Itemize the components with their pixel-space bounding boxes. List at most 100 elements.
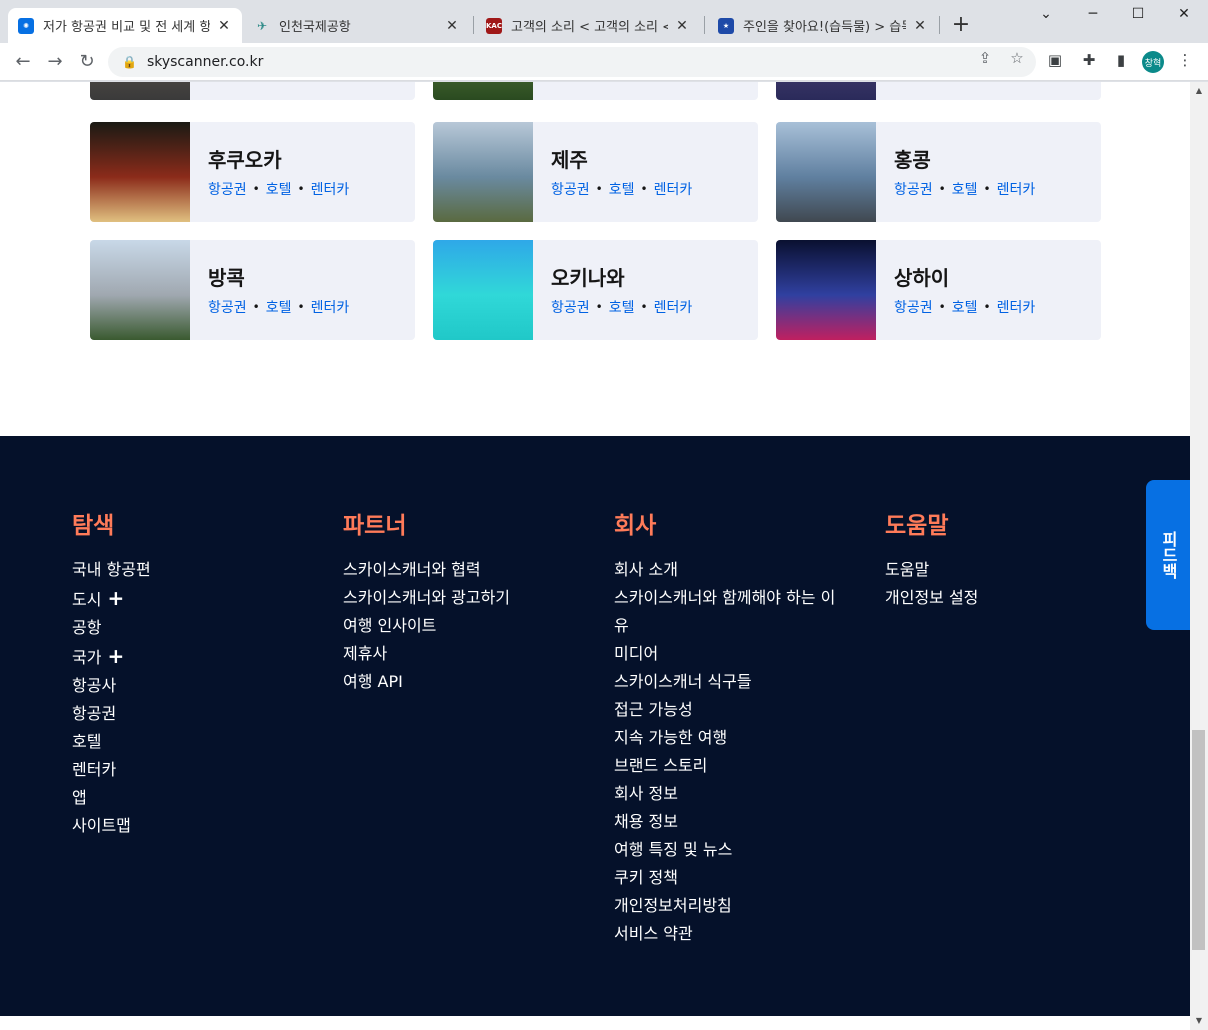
footer-link[interactable]: 호텔: [72, 728, 151, 756]
city-name[interactable]: 상하이: [894, 262, 949, 291]
picture-in-picture-icon[interactable]: ▣: [1044, 51, 1066, 69]
side-panel-icon[interactable]: ▮: [1110, 51, 1132, 69]
new-tab-icon[interactable]: +: [950, 12, 972, 37]
expand-plus-icon[interactable]: +: [107, 644, 124, 668]
footer-link[interactable]: 국내 항공편: [72, 556, 151, 584]
footer-link[interactable]: 국가 +: [72, 642, 151, 672]
city-image: [776, 122, 876, 222]
cars-link[interactable]: 렌터카: [311, 179, 350, 199]
footer-link[interactable]: 사이트맵: [72, 812, 151, 840]
city-name[interactable]: 오키나와: [551, 262, 625, 291]
footer-link[interactable]: 제휴사: [343, 640, 510, 668]
footer-link[interactable]: 여행 인사이트: [343, 612, 510, 640]
flights-link[interactable]: 항공권: [894, 297, 933, 317]
flights-link[interactable]: 항공권: [208, 179, 247, 199]
maximize-icon[interactable]: ☐: [1128, 6, 1148, 22]
footer-link[interactable]: 회사 소개: [614, 556, 835, 584]
footer-link[interactable]: 서비스 약관: [614, 920, 835, 948]
city-name[interactable]: 후쿠오카: [208, 144, 282, 173]
footer-link[interactable]: 스카이스캐너 식구들: [614, 668, 835, 696]
footer-link[interactable]: 회사 정보: [614, 780, 835, 808]
city-card[interactable]: 상하이 항공권 • 호텔 • 렌터카: [776, 240, 1101, 340]
footer-link[interactable]: 스카이스캐너와 함께해야 하는 이: [614, 584, 835, 612]
tab-incheon-airport[interactable]: ✈ 인천국제공항 ✕: [244, 8, 470, 43]
share-icon[interactable]: ⇪: [974, 49, 996, 67]
footer-link-label: 회사 소개: [614, 560, 678, 579]
footer-link[interactable]: 여행 API: [343, 668, 510, 696]
city-card[interactable]: 방콕 항공권 • 호텔 • 렌터카: [90, 240, 415, 340]
minimize-icon[interactable]: ─: [1083, 6, 1103, 22]
footer-link[interactable]: 도시 +: [72, 584, 151, 614]
footer-link[interactable]: 앱: [72, 784, 151, 812]
url-text: skyscanner.co.kr: [146, 54, 264, 70]
hotels-link[interactable]: 호텔: [952, 297, 978, 317]
footer-link[interactable]: 개인정보처리방침: [614, 892, 835, 920]
hotels-link[interactable]: 호텔: [266, 297, 292, 317]
footer-link[interactable]: 미디어: [614, 640, 835, 668]
footer-link[interactable]: 쿠키 정책: [614, 864, 835, 892]
cars-link[interactable]: 렌터카: [997, 179, 1036, 199]
menu-icon[interactable]: ⋮: [1174, 51, 1196, 69]
cars-link[interactable]: 렌터카: [654, 297, 693, 317]
footer-link[interactable]: 공항: [72, 614, 151, 642]
city-name[interactable]: 홍콩: [894, 144, 931, 173]
flights-link[interactable]: 항공권: [894, 179, 933, 199]
flights-link[interactable]: 항공권: [551, 297, 590, 317]
footer-link[interactable]: 채용 정보: [614, 808, 835, 836]
city-card[interactable]: 홍콩 항공권 • 호텔 • 렌터카: [776, 122, 1101, 222]
tab-customer-voice[interactable]: KAC 고객의 소리 < 고객의 소리 < 고 ✕: [476, 8, 700, 43]
footer-link[interactable]: 지속 가능한 여행: [614, 724, 835, 752]
address-bar[interactable]: 🔒 skyscanner.co.kr: [108, 47, 1036, 77]
close-window-icon[interactable]: ✕: [1174, 6, 1194, 22]
feedback-button[interactable]: 피드백: [1146, 480, 1190, 630]
city-card-partial[interactable]: [90, 82, 415, 100]
flights-link[interactable]: 항공권: [208, 297, 247, 317]
hotels-link[interactable]: 호텔: [266, 179, 292, 199]
footer-link[interactable]: 렌터카: [72, 756, 151, 784]
city-card[interactable]: 오키나와 항공권 • 호텔 • 렌터카: [433, 240, 758, 340]
hotels-link[interactable]: 호텔: [609, 297, 635, 317]
hotels-link[interactable]: 호텔: [609, 179, 635, 199]
footer-link[interactable]: 접근 가능성: [614, 696, 835, 724]
footer-link[interactable]: 브랜드 스토리: [614, 752, 835, 780]
footer-link[interactable]: 항공사: [72, 672, 151, 700]
bookmark-star-icon[interactable]: ☆: [1006, 49, 1028, 67]
tab-separator: [939, 16, 940, 34]
city-name[interactable]: 제주: [551, 144, 588, 173]
city-card-partial[interactable]: [433, 82, 758, 100]
forward-icon[interactable]: →: [44, 51, 66, 72]
cars-link[interactable]: 렌터카: [997, 297, 1036, 317]
footer-link[interactable]: 항공권: [72, 700, 151, 728]
tab-lost-found[interactable]: ★ 주인을 찾아요!(습득물) > 습득 ✕: [708, 8, 938, 43]
footer-link[interactable]: 유: [614, 612, 835, 640]
tab-search-icon[interactable]: ⌄: [1036, 6, 1056, 22]
expand-plus-icon[interactable]: +: [107, 586, 124, 610]
close-icon[interactable]: ✕: [216, 18, 232, 34]
footer-link[interactable]: 스카이스캐너와 광고하기: [343, 584, 510, 612]
close-icon[interactable]: ✕: [674, 18, 690, 34]
city-card-partial[interactable]: [776, 82, 1101, 100]
city-name[interactable]: 방콕: [208, 262, 245, 291]
profile-avatar[interactable]: 창혁: [1142, 51, 1164, 73]
footer-link[interactable]: 여행 특징 및 뉴스: [614, 836, 835, 864]
footer-link[interactable]: 도움말: [885, 556, 978, 584]
footer-link[interactable]: 스카이스캐너와 협력: [343, 556, 510, 584]
scroll-up-icon[interactable]: ▲: [1190, 86, 1208, 95]
close-icon[interactable]: ✕: [912, 18, 928, 34]
scrollbar-thumb[interactable]: [1192, 730, 1205, 950]
hotels-link[interactable]: 호텔: [952, 179, 978, 199]
city-card[interactable]: 제주 항공권 • 호텔 • 렌터카: [433, 122, 758, 222]
reload-icon[interactable]: ↻: [76, 51, 98, 72]
footer-link[interactable]: 개인정보 설정: [885, 584, 978, 612]
tab-skyscanner[interactable]: ✺ 저가 항공권 비교 및 전 세계 항 ✕: [8, 8, 242, 43]
tab-separator: [704, 16, 705, 34]
back-icon[interactable]: ←: [12, 51, 34, 72]
city-card[interactable]: 후쿠오카 항공권 • 호텔 • 렌터카: [90, 122, 415, 222]
cars-link[interactable]: 렌터카: [654, 179, 693, 199]
flights-link[interactable]: 항공권: [551, 179, 590, 199]
extensions-icon[interactable]: ✚: [1078, 51, 1100, 69]
scroll-down-icon[interactable]: ▼: [1190, 1016, 1208, 1025]
close-icon[interactable]: ✕: [444, 18, 460, 34]
cars-link[interactable]: 렌터카: [311, 297, 350, 317]
scrollbar[interactable]: ▲ ▼: [1190, 82, 1208, 1030]
